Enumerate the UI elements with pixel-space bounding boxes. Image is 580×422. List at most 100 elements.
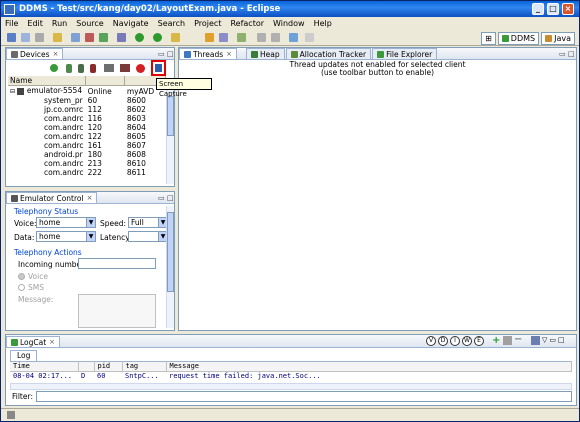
maximize-button[interactable]: □ <box>547 3 559 15</box>
log-horizontal-scrollbar[interactable] <box>10 383 572 390</box>
device-row[interactable]: ⊟ emulator-5554 Online myAVD <box>8 86 166 97</box>
maximize-view-icon[interactable]: □ <box>558 336 565 346</box>
screen-capture-button[interactable] <box>151 60 166 76</box>
menu-project[interactable]: Project <box>194 19 221 28</box>
menu-file[interactable]: File <box>5 19 18 28</box>
tab-log[interactable]: Log <box>10 350 38 361</box>
android-sdk-icon[interactable] <box>85 33 94 42</box>
prev-annotation-icon[interactable] <box>271 33 280 42</box>
maximize-view-icon[interactable]: □ <box>167 50 174 58</box>
view-menu-icon[interactable]: ▽ <box>542 336 547 346</box>
tab-heap[interactable]: Heap <box>246 48 285 59</box>
tab-allocation-tracker[interactable]: Allocation Tracker <box>285 48 372 59</box>
column-pid[interactable] <box>85 76 126 86</box>
menu-source[interactable]: Source <box>76 19 103 28</box>
expand-icon[interactable]: ⊟ <box>10 88 15 95</box>
dump-hprof-icon[interactable] <box>78 64 84 73</box>
perspective-java[interactable]: Java <box>541 31 575 45</box>
open-folder-icon[interactable] <box>205 33 214 42</box>
scrollbar-thumb[interactable] <box>167 212 174 292</box>
process-row[interactable]: com.andrc 222 8611 <box>8 168 166 177</box>
title-bar[interactable]: DDMS - Test/src/kang/day02/LayoutExam.ja… <box>1 1 579 17</box>
maximize-view-icon[interactable]: □ <box>568 50 575 58</box>
info-button[interactable]: I <box>450 336 460 346</box>
tab-file-explorer[interactable]: File Explorer <box>372 48 438 59</box>
column-tag[interactable]: tag <box>122 361 167 372</box>
speed-select[interactable]: Full ▼ <box>128 217 168 228</box>
start-profiling-icon[interactable] <box>120 64 130 72</box>
build-icon[interactable] <box>71 33 80 42</box>
tab-threads[interactable]: Threads × <box>179 48 238 59</box>
warn-button[interactable]: W <box>462 336 472 346</box>
menu-window[interactable]: Window <box>273 19 305 28</box>
edit-filter-icon[interactable] <box>503 336 512 345</box>
close-icon[interactable]: × <box>49 338 55 346</box>
message-textarea[interactable] <box>78 294 156 328</box>
minimize-view-icon[interactable]: ▭ <box>158 50 165 58</box>
process-row[interactable]: com.andrc 120 8604 <box>8 123 166 132</box>
tab-devices[interactable]: Devices × <box>6 48 64 59</box>
sms-radio[interactable]: SMS <box>18 283 44 292</box>
process-row[interactable]: com.andrc 213 8610 <box>8 159 166 168</box>
search-icon[interactable] <box>219 33 228 42</box>
cause-gc-icon[interactable] <box>90 64 96 73</box>
run-icon[interactable] <box>135 33 144 42</box>
column-time[interactable]: Time <box>10 361 79 372</box>
close-button[interactable]: × <box>562 3 574 15</box>
maximize-view-icon[interactable]: □ <box>167 194 174 202</box>
menu-help[interactable]: Help <box>314 19 332 28</box>
next-annotation-icon[interactable] <box>257 33 266 42</box>
update-heap-icon[interactable] <box>66 64 72 73</box>
process-row[interactable]: com.andrc 161 8607 <box>8 141 166 150</box>
menu-refactor[interactable]: Refactor <box>230 19 264 28</box>
annotation-icon[interactable] <box>237 33 246 42</box>
save-icon[interactable] <box>21 33 30 42</box>
minimize-view-icon[interactable]: ▭ <box>549 336 556 346</box>
add-filter-icon[interactable]: + <box>492 336 501 346</box>
debug-process-icon[interactable] <box>50 64 58 72</box>
fast-view-icon[interactable] <box>7 411 15 419</box>
external-tools-icon[interactable] <box>153 33 162 42</box>
tab-logcat[interactable]: LogCat × <box>6 336 61 347</box>
close-icon[interactable]: × <box>226 50 232 58</box>
delete-filter-icon[interactable]: − <box>514 335 523 345</box>
voice-radio[interactable]: Voice <box>18 272 48 281</box>
log-row[interactable]: 08-04 02:17... D 60 SntpC... request time fa… <box>10 372 572 382</box>
clear-log-icon[interactable] <box>531 336 540 345</box>
open-type-icon[interactable] <box>53 33 62 42</box>
close-icon[interactable]: × <box>87 194 93 202</box>
column-pid[interactable]: pid <box>94 361 123 372</box>
new-package-icon[interactable] <box>171 33 180 42</box>
debug-button[interactable]: D <box>438 336 448 346</box>
forward-icon[interactable] <box>305 33 314 42</box>
column-level[interactable] <box>78 361 95 372</box>
column-message[interactable]: Message <box>166 361 572 372</box>
menu-run[interactable]: Run <box>52 19 67 28</box>
minimize-view-icon[interactable]: ▭ <box>559 50 566 58</box>
open-perspective-button[interactable]: ⊞ <box>481 31 496 45</box>
close-icon[interactable]: × <box>53 50 59 58</box>
perspective-ddms[interactable]: DDMS <box>497 31 540 45</box>
devices-scrollbar[interactable] <box>166 88 174 184</box>
process-row[interactable]: jp.co.omrc 112 8602 <box>8 105 166 114</box>
menu-search[interactable]: Search <box>158 19 185 28</box>
column-name[interactable]: Name <box>8 76 87 86</box>
latency-select[interactable]: ▼ <box>128 231 168 242</box>
stop-process-icon[interactable] <box>136 64 145 73</box>
data-select[interactable]: home ▼ <box>36 231 96 242</box>
minimize-view-icon[interactable]: ▭ <box>158 194 165 202</box>
back-icon[interactable] <box>289 33 298 42</box>
menu-navigate[interactable]: Navigate <box>113 19 149 28</box>
process-row[interactable]: android.pr 180 8608 <box>8 150 166 159</box>
debug-icon[interactable] <box>117 33 126 42</box>
print-icon[interactable] <box>35 33 44 42</box>
tab-emulator-control[interactable]: Emulator Control × <box>6 192 98 203</box>
menu-edit[interactable]: Edit <box>27 19 43 28</box>
filter-input[interactable] <box>36 391 572 402</box>
process-row[interactable]: com.andrc 116 8603 <box>8 114 166 123</box>
error-button[interactable]: E <box>474 336 484 346</box>
minimize-button[interactable]: _ <box>532 3 544 15</box>
verbose-button[interactable]: V <box>426 336 436 346</box>
update-threads-icon[interactable] <box>104 64 114 72</box>
scrollbar-thumb[interactable] <box>167 96 174 136</box>
